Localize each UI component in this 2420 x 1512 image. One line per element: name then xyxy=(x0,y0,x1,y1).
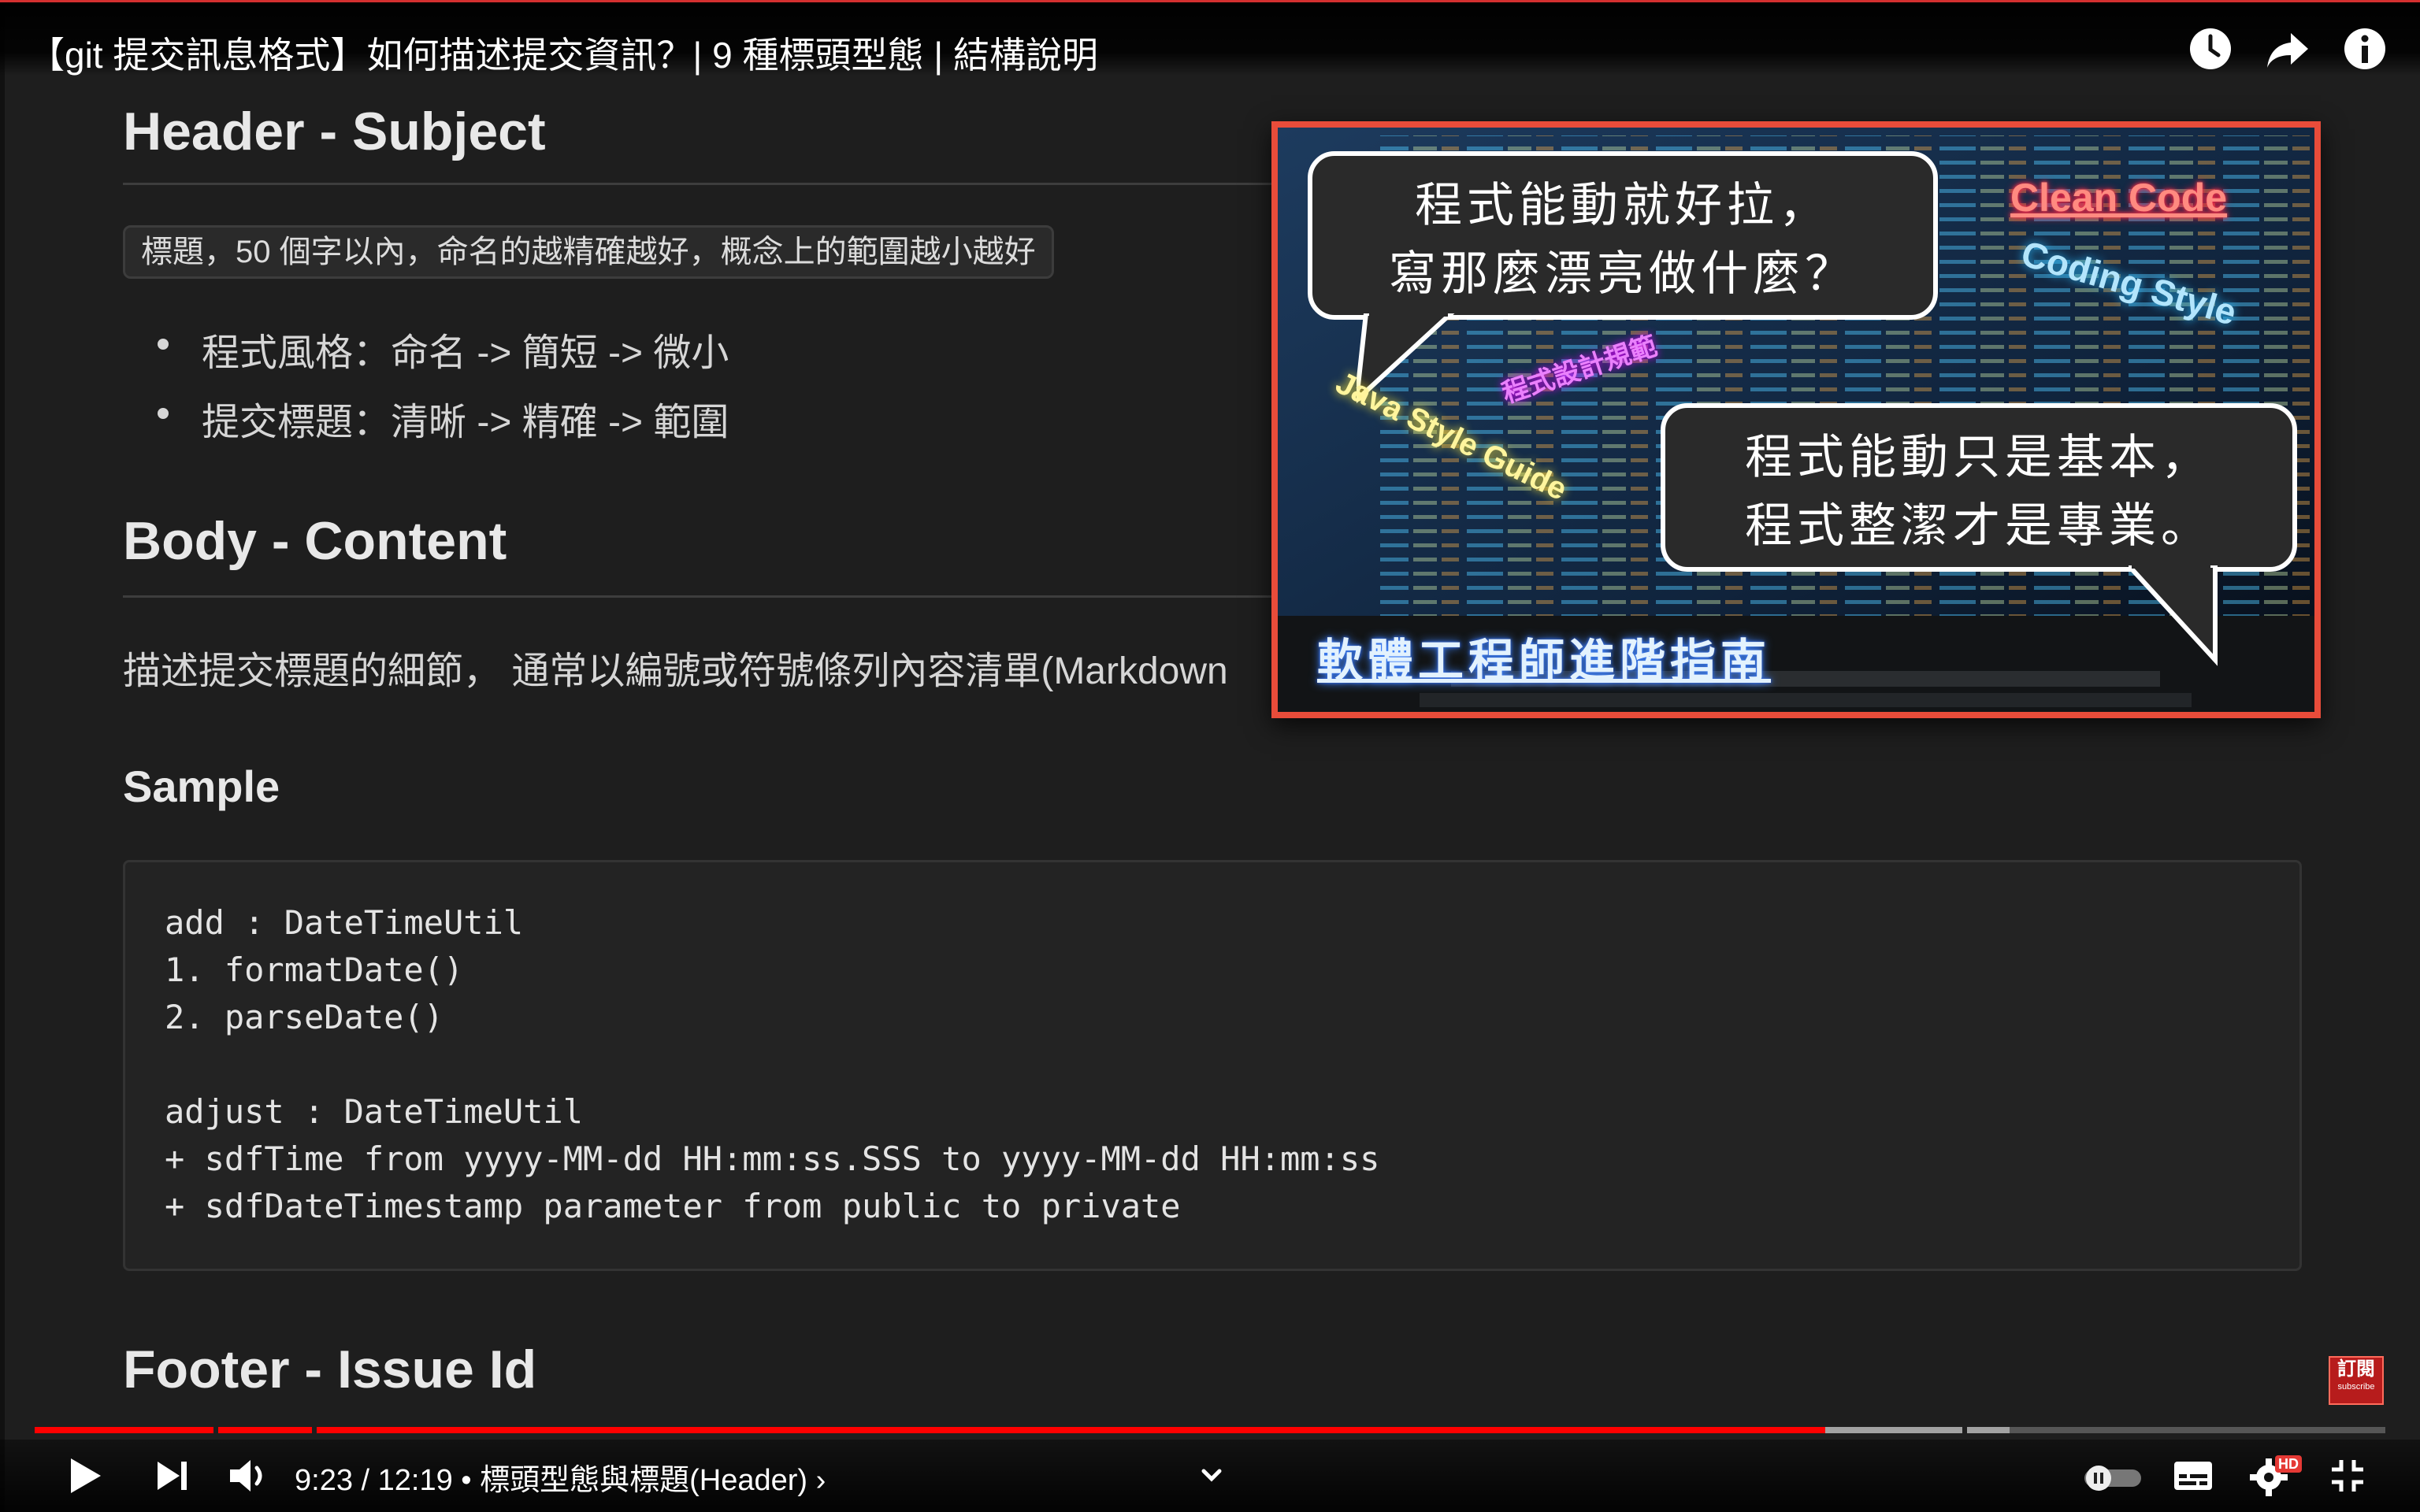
heading-rule xyxy=(123,595,1281,598)
heading-rule xyxy=(123,183,1281,185)
exit-fullscreen-button[interactable] xyxy=(2319,1447,2376,1504)
subtitles-icon xyxy=(2174,1462,2212,1490)
code-line: 1. formatDate() xyxy=(165,951,464,989)
heading-sample: Sample xyxy=(123,762,280,811)
autoplay-toggle-icon xyxy=(2084,1466,2141,1491)
code-block: add : DateTimeUtil 1. formatDate() 2. pa… xyxy=(123,860,2302,1271)
next-button[interactable] xyxy=(143,1447,200,1504)
heading-header-subject: Header - Subject xyxy=(123,102,546,161)
top-accent-line xyxy=(0,0,2420,2)
progress-bar[interactable] xyxy=(35,1427,2385,1433)
play-button[interactable] xyxy=(55,1447,112,1504)
neon-channel-title: 軟體工程師進階指南 xyxy=(1317,634,1772,687)
body-description: 描述提交標題的細節， 通常以編號或符號條列內容清單(Markdown xyxy=(123,650,1228,692)
speech-bubble: 程式能動只是基本， 程式整潔才是專業。 xyxy=(1661,403,2297,572)
skip-next-icon xyxy=(158,1462,187,1490)
code-line: + sdfDateTimestamp parameter from public… xyxy=(165,1187,1181,1225)
play-icon xyxy=(71,1458,101,1493)
volume-icon xyxy=(230,1460,262,1492)
volume-button[interactable] xyxy=(219,1447,276,1504)
code-line: + sdfTime from yyyy-MM-dd HH:mm:ss.SSS t… xyxy=(165,1140,1380,1178)
info-icon[interactable] xyxy=(2340,24,2390,74)
heading-footer-issue: Footer - Issue Id xyxy=(123,1340,537,1399)
exit-fullscreen-icon xyxy=(2332,1460,2363,1492)
left-edge xyxy=(0,0,5,1512)
bubble-tail xyxy=(2129,565,2218,666)
chevron-down-icon xyxy=(1201,1469,1222,1482)
video-frame[interactable]: Header - Subject 標題，50 個字以內，命名的越精確越好，概念上… xyxy=(0,0,2420,1512)
neon-clean-code: Clean Code xyxy=(2010,176,2228,220)
code-line: 2. parseDate() xyxy=(165,998,444,1036)
code-line: adjust : DateTimeUtil xyxy=(165,1092,584,1131)
bullet-item: 程式風格：命名 -> 簡短 -> 微小 xyxy=(158,321,729,376)
speech-bubble: 程式能動就好拉， 寫那麼漂亮做什麼？ xyxy=(1308,151,1938,320)
progress-played xyxy=(35,1427,1826,1433)
autoplay-toggle[interactable] xyxy=(2080,1447,2146,1504)
heading-body-content: Body - Content xyxy=(123,511,507,571)
chapters-expand-button[interactable] xyxy=(1183,1447,1240,1504)
video-title[interactable]: 【git 提交訊息格式】如何描述提交資訊？| 9 種標頭型態 | 結構說明 xyxy=(28,27,1098,79)
hd-badge: HD xyxy=(2275,1455,2302,1473)
subtitles-button[interactable] xyxy=(2165,1447,2221,1504)
code-line: add : DateTimeUtil xyxy=(165,903,524,942)
subscribe-watermark[interactable]: 訂閱 subscribe xyxy=(2329,1356,2384,1405)
bullet-item: 提交標題：清晰 -> 精確 -> 範圍 xyxy=(158,391,729,446)
subject-tag: 標題，50 個字以內，命名的越精確越好，概念上的範圍越小越好 xyxy=(123,225,1054,279)
clock-icon[interactable] xyxy=(2185,24,2236,74)
chapter-marker xyxy=(1962,1427,1967,1433)
time-chapter-display[interactable]: 9:23 / 12:19 • 標頭型態與標題(Header) › xyxy=(295,1455,826,1499)
chapter-marker xyxy=(312,1427,317,1433)
chapter-marker xyxy=(213,1427,218,1433)
end-card-thumbnail[interactable]: 程式能動就好拉， 寫那麼漂亮做什麼？ 程式能動只是基本， 程式整潔才是專業。 C… xyxy=(1271,121,2321,718)
share-icon[interactable] xyxy=(2262,24,2313,74)
